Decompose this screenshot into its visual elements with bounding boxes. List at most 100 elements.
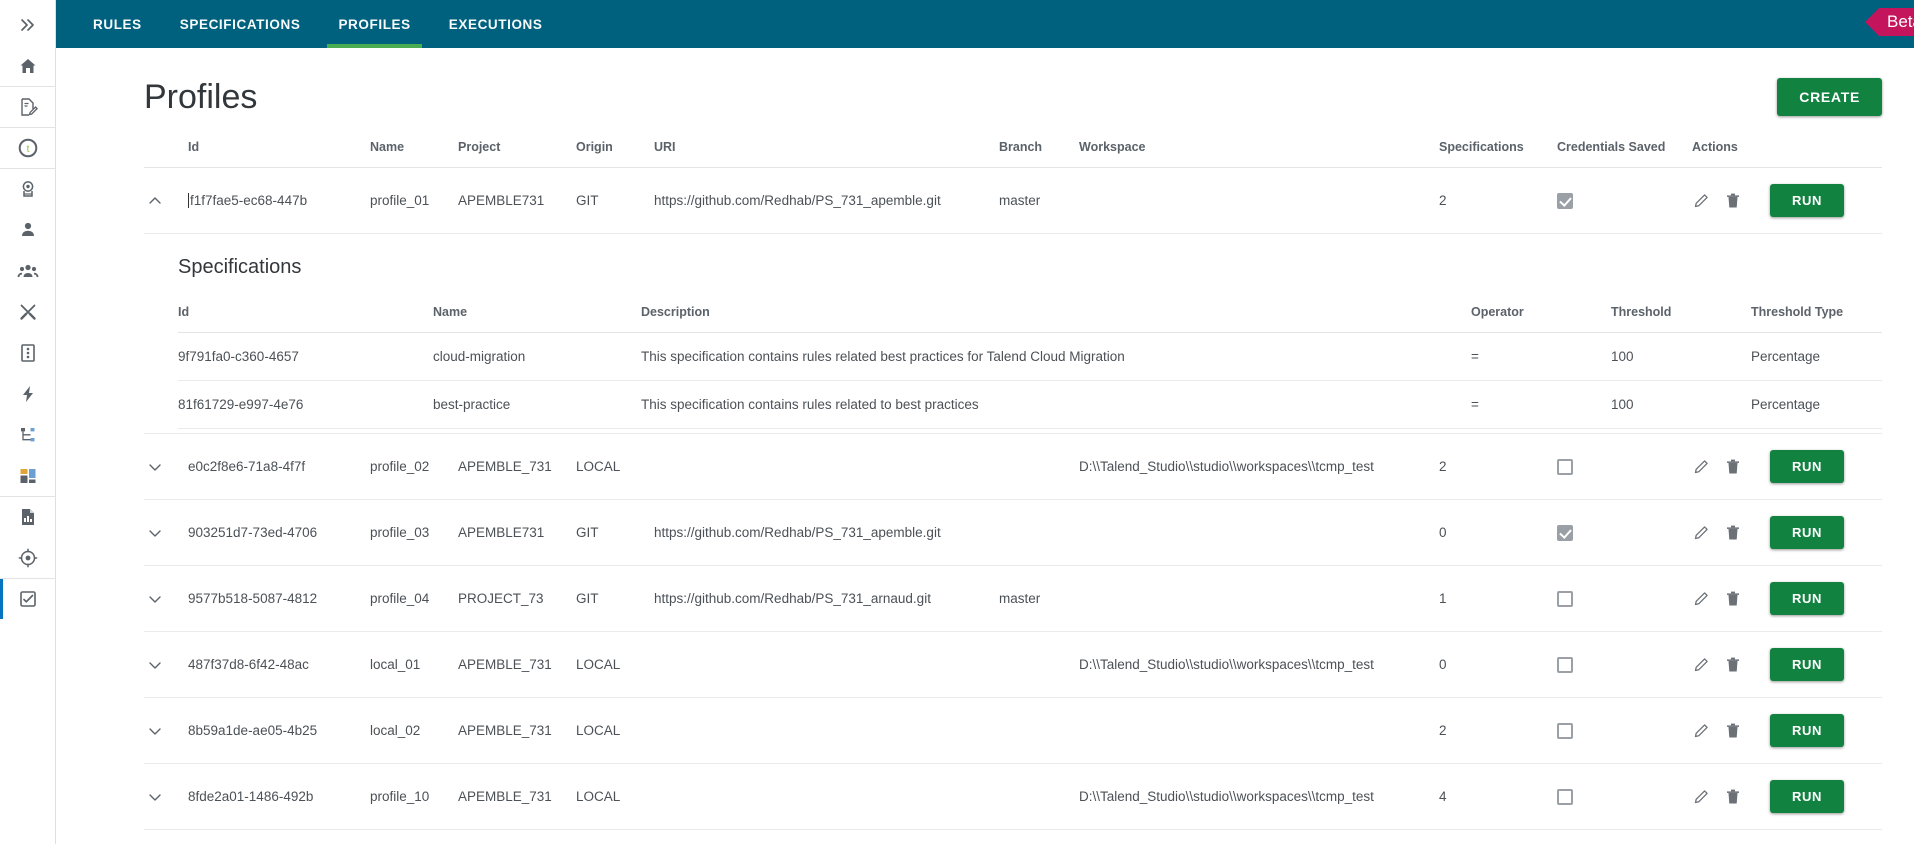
page-title: Profiles — [144, 78, 258, 116]
run-profile-button[interactable]: RUN — [1770, 582, 1844, 615]
credentials-saved-checkbox[interactable] — [1557, 722, 1573, 739]
edit-profile-button[interactable] — [1692, 524, 1710, 542]
credentials-saved-checkbox[interactable] — [1557, 656, 1573, 673]
sidebar-item-servers[interactable] — [0, 332, 56, 373]
sidebar-item-reports[interactable] — [0, 496, 56, 537]
sidebar-item-talend[interactable]: t — [0, 127, 56, 168]
row-expand-chevron[interactable] — [144, 720, 166, 742]
cell-uri: https://github.com/Redhab/PS_731_apemble… — [654, 499, 999, 566]
cell-credentials-saved — [1557, 631, 1692, 698]
row-expand-toggle[interactable] — [144, 829, 188, 844]
table-row[interactable]: cb2a96a6-196f-431flocal_10APEMBLE_731LOC… — [144, 829, 1882, 844]
chevron-down-icon — [149, 793, 161, 801]
row-expand-chevron[interactable] — [144, 654, 166, 676]
cell-id-text: 9577b518-5087-4812 — [188, 591, 318, 606]
row-expand-toggle[interactable] — [144, 697, 188, 764]
create-button[interactable]: CREATE — [1777, 78, 1882, 116]
cell-specifications-count: 4 — [1439, 763, 1557, 830]
sidebar-item-home[interactable] — [0, 45, 56, 86]
row-expand-toggle[interactable] — [144, 631, 188, 698]
sidebar-item-users[interactable] — [0, 209, 56, 250]
spec-col-id: Id — [178, 305, 433, 333]
edit-profile-button[interactable] — [1692, 656, 1710, 674]
table-row[interactable]: 8b59a1de-ae05-4b25 local_02 APEMBLE_731 LOC… — [144, 697, 1882, 764]
tab-profiles[interactable]: PROFILES — [319, 0, 429, 48]
row-expand-toggle[interactable] — [144, 763, 188, 830]
row-expand-toggle[interactable] — [144, 565, 188, 632]
row-expand-chevron[interactable] — [144, 456, 166, 478]
col-id: Id — [188, 140, 370, 168]
edit-profile-button[interactable] — [1692, 458, 1710, 476]
row-expand-chevron[interactable] — [144, 190, 166, 212]
table-row[interactable]: 9577b518-5087-4812 profile_04 PROJECT_73 GI… — [144, 565, 1882, 632]
cell-actions: RUN — [1692, 631, 1882, 698]
sidebar-item-licenses[interactable] — [0, 168, 56, 209]
delete-profile-button[interactable] — [1724, 590, 1742, 608]
credentials-saved-checkbox[interactable] — [1557, 590, 1573, 607]
delete-icon — [1727, 591, 1739, 605]
table-row[interactable]: 903251d7-73ed-4706 profile_03 APEMBLE731 GI… — [144, 499, 1882, 566]
delete-profile-button[interactable] — [1724, 788, 1742, 806]
delete-profile-button[interactable] — [1724, 656, 1742, 674]
credentials-saved-checkbox[interactable] — [1557, 788, 1573, 805]
group-icon — [17, 264, 38, 277]
delete-profile-button[interactable] — [1724, 192, 1742, 210]
tab-specifications[interactable]: SPECIFICATIONS — [161, 0, 320, 48]
run-profile-button[interactable]: RUN — [1770, 450, 1844, 483]
run-profile-button[interactable]: RUN — [1770, 714, 1844, 747]
sidebar-item-dashboard[interactable] — [0, 455, 56, 496]
row-expand-toggle[interactable] — [144, 499, 188, 566]
table-row[interactable]: 8fde2a01-1486-492b profile_10 APEMBLE_731 L… — [144, 763, 1882, 830]
cell-specifications-count: 2 — [1439, 829, 1557, 844]
hierarchy-icon — [20, 427, 34, 441]
run-profile-button[interactable]: RUN — [1770, 648, 1844, 681]
tab-executions[interactable]: EXECUTIONS — [430, 0, 562, 48]
sidebar-item-targets[interactable] — [0, 537, 56, 578]
target-icon — [18, 548, 37, 567]
edit-profile-button[interactable] — [1692, 722, 1710, 740]
spec-id: 81f61729-e997-4e76 — [178, 380, 433, 429]
sidebar-item-hierarchy[interactable] — [0, 414, 56, 455]
row-expand-toggle[interactable] — [144, 433, 188, 500]
beta-badge-label: Beta — [1887, 12, 1914, 31]
edit-profile-button[interactable] — [1692, 192, 1710, 210]
spec-col-operator: Operator — [1471, 305, 1611, 333]
credentials-saved-checkbox[interactable] — [1557, 458, 1573, 475]
cell-credentials-saved — [1557, 829, 1692, 844]
tab-specifications-label: SPECIFICATIONS — [179, 16, 301, 32]
row-expand-toggle[interactable] — [144, 167, 188, 234]
cell-origin: GIT — [576, 499, 654, 566]
expand-rail-button[interactable] — [0, 4, 56, 45]
table-row[interactable]: e0c2f8e6-71a8-4f7f profile_02 APEMBLE_731 L… — [144, 433, 1882, 500]
delete-profile-button[interactable] — [1724, 722, 1742, 740]
row-expand-chevron[interactable] — [144, 588, 166, 610]
delete-profile-button[interactable] — [1724, 458, 1742, 476]
cell-uri — [654, 763, 999, 830]
tab-rules[interactable]: RULES — [74, 0, 161, 48]
run-profile-button[interactable]: RUN — [1770, 184, 1844, 217]
credentials-saved-checkbox[interactable] — [1557, 524, 1573, 541]
checklist-icon — [19, 591, 36, 607]
table-row[interactable]: 487f37d8-6f42-48ac local_01 APEMBLE_731 LOC… — [144, 631, 1882, 698]
sidebar-item-groups[interactable] — [0, 250, 56, 291]
row-expand-chevron[interactable] — [144, 522, 166, 544]
table-row[interactable]: f1f7fae5-ec68-447b profile_01 APEMBLE731 GI… — [144, 167, 1882, 234]
edit-profile-button[interactable] — [1692, 788, 1710, 806]
cell-origin: GIT — [576, 565, 654, 632]
sidebar-item-activity[interactable] — [0, 373, 56, 414]
chevron-up-icon — [149, 196, 161, 204]
cell-id: e0c2f8e6-71a8-4f7f — [188, 433, 370, 500]
sidebar-item-documents[interactable] — [0, 86, 56, 127]
spec-id: 9f791fa0-c360-4657 — [178, 332, 433, 381]
edit-profile-button[interactable] — [1692, 590, 1710, 608]
cell-id: 8fde2a01-1486-492b — [188, 763, 370, 830]
sidebar-item-tools[interactable] — [0, 291, 56, 332]
delete-profile-button[interactable] — [1724, 524, 1742, 542]
run-profile-button[interactable]: RUN — [1770, 516, 1844, 549]
chevrons-right-icon — [20, 18, 34, 31]
sidebar-item-profiles[interactable] — [0, 578, 56, 619]
row-expand-chevron[interactable] — [144, 786, 166, 808]
specifications-header-row: Id Name Description Operator Threshold Thresh… — [178, 305, 1882, 333]
credentials-saved-checkbox[interactable] — [1557, 192, 1573, 209]
run-profile-button[interactable]: RUN — [1770, 780, 1844, 813]
